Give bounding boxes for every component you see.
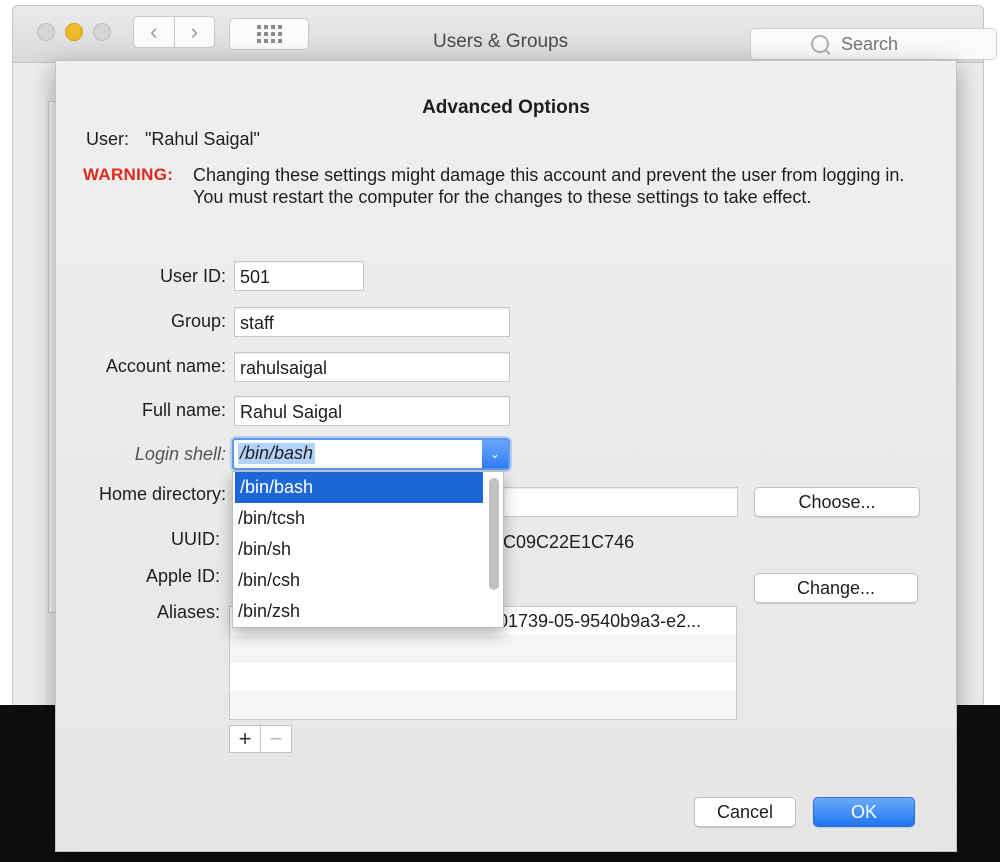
back-button[interactable]: ‹ xyxy=(134,17,174,47)
user-line: User: "Rahul Saigal" xyxy=(86,129,260,150)
show-all-button[interactable] xyxy=(229,18,309,50)
search-field[interactable] xyxy=(750,28,997,60)
list-item xyxy=(230,635,736,663)
login-shell-label: Login shell: xyxy=(134,444,226,464)
uuid-value: C09C22E1C746 xyxy=(503,532,635,552)
group-field[interactable]: staff xyxy=(234,307,510,337)
user-name: "Rahul Saigal" xyxy=(145,129,260,149)
menu-item-bin-tcsh[interactable]: /bin/tcsh xyxy=(233,503,478,534)
menu-scroll-thumb[interactable] xyxy=(489,478,499,590)
close-window-button[interactable] xyxy=(37,23,55,41)
warning-text: Changing these settings might damage thi… xyxy=(193,165,905,207)
account-name-field[interactable]: rahulsaigal xyxy=(234,352,510,382)
chevron-right-icon: › xyxy=(190,19,198,44)
menu-item-bin-zsh[interactable]: /bin/zsh xyxy=(233,596,478,627)
alias-text: 01739-05-9540b9a3-e2... xyxy=(498,611,702,631)
user-label: User: xyxy=(86,129,130,149)
chevron-down-icon: ⌄ xyxy=(482,440,508,468)
grid-icon xyxy=(256,25,282,43)
user-id-label: User ID: xyxy=(159,266,226,286)
choose-button[interactable]: Choose... xyxy=(754,487,920,517)
chevron-left-icon: ‹ xyxy=(150,19,158,44)
menu-item-bin-bash[interactable]: /bin/bash xyxy=(235,472,483,503)
window-titlebar: ‹ › Users & Groups xyxy=(13,6,997,63)
apple-id-label: Apple ID: xyxy=(145,566,220,586)
login-shell-value: /bin/bash xyxy=(238,443,316,464)
change-button[interactable]: Change... xyxy=(754,573,918,603)
menu-item-bin-sh[interactable]: /bin/sh xyxy=(233,534,478,565)
alias-buttons: + − xyxy=(229,725,292,753)
search-icon xyxy=(811,35,829,53)
list-item xyxy=(230,691,736,719)
user-id-field[interactable]: 501 xyxy=(234,261,364,291)
group-label: Group: xyxy=(170,311,226,331)
zoom-window-button[interactable] xyxy=(93,23,111,41)
home-directory-field[interactable] xyxy=(503,487,738,517)
remove-alias-button[interactable]: − xyxy=(261,725,292,753)
warning-label: WARNING: xyxy=(83,165,174,184)
uuid-label: UUID: xyxy=(171,529,220,549)
full-name-field[interactable]: Rahul Saigal xyxy=(234,396,510,426)
advanced-options-sheet: Advanced Options User: "Rahul Saigal" WAR… xyxy=(55,60,957,852)
home-directory-label: Home directory: xyxy=(98,484,226,504)
cancel-button[interactable]: Cancel xyxy=(694,797,796,827)
login-shell-popup[interactable]: /bin/bash ⌄ xyxy=(232,438,510,470)
aliases-label: Aliases: xyxy=(156,602,220,622)
sheet-title: Advanced Options xyxy=(422,97,590,118)
login-shell-menu: /bin/bash /bin/tcsh /bin/sh /bin/csh /bi… xyxy=(232,471,504,628)
menu-item-bin-csh[interactable]: /bin/csh xyxy=(233,565,478,596)
minimize-window-button[interactable] xyxy=(65,23,83,41)
nav-buttons: ‹ › xyxy=(133,16,215,48)
search-input[interactable] xyxy=(839,32,973,56)
ok-button[interactable]: OK xyxy=(813,797,915,827)
window-title: Users & Groups xyxy=(433,31,569,52)
full-name-label: Full name: xyxy=(141,400,226,420)
forward-button[interactable]: › xyxy=(173,17,215,47)
list-item xyxy=(230,663,736,691)
add-alias-button[interactable]: + xyxy=(229,725,261,753)
account-name-label: Account name: xyxy=(105,356,226,376)
